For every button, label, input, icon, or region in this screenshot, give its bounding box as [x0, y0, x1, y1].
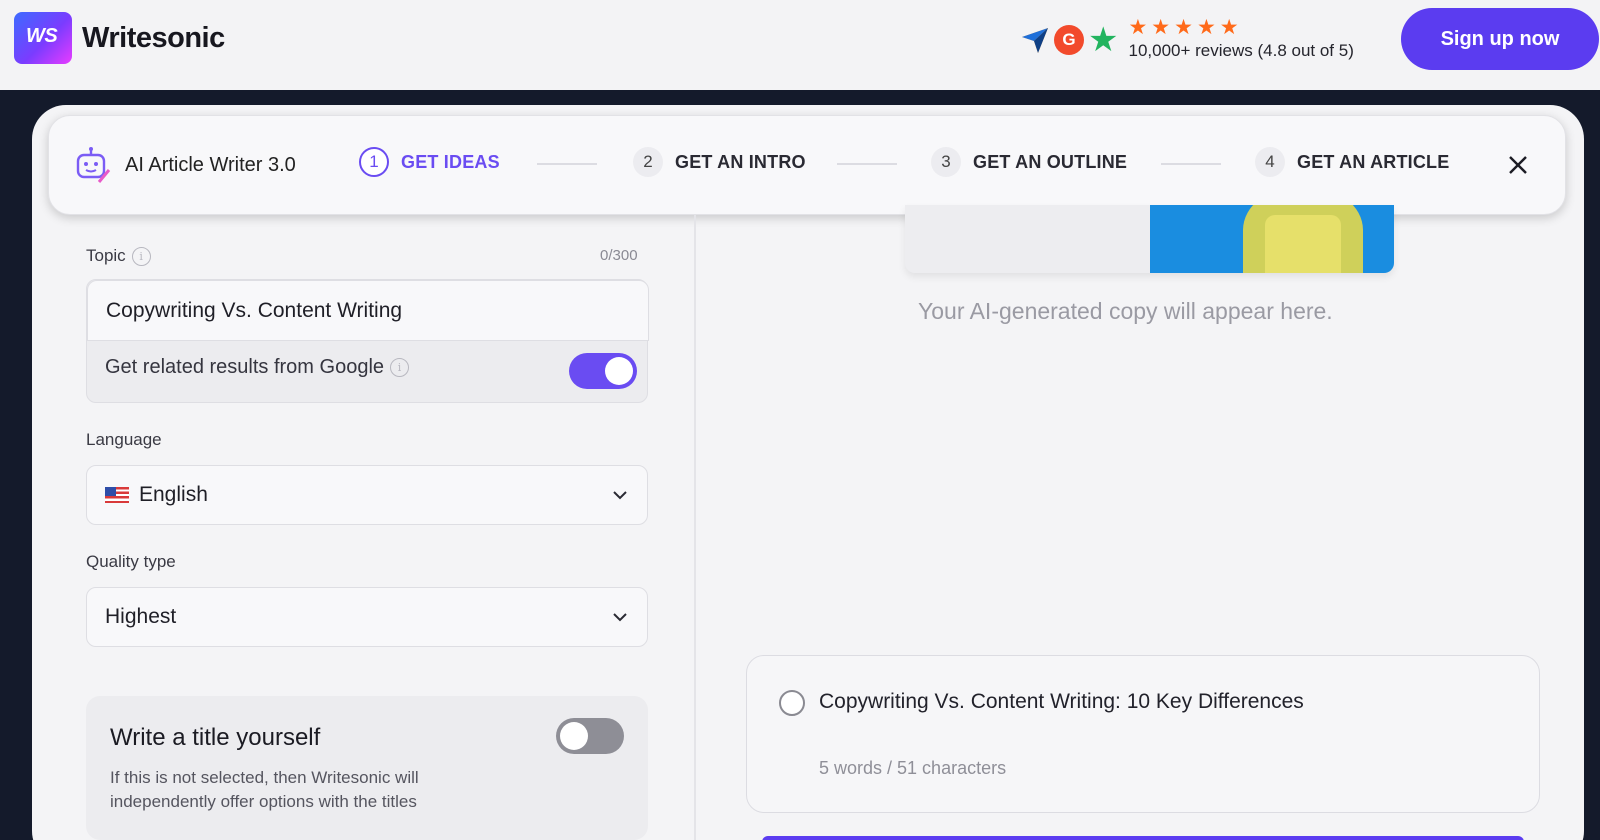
site-header: WS Writesonic G ★ ★★★★★ 10,000+ reviews … — [0, 0, 1600, 90]
result-title: Copywriting Vs. Content Writing: 10 Key … — [819, 690, 1304, 713]
topic-input[interactable] — [87, 280, 649, 341]
result-option-card[interactable]: Copywriting Vs. Content Writing: 10 Key … — [746, 655, 1540, 813]
quality-type-value: Highest — [105, 605, 177, 628]
writesonic-logo[interactable]: WS Writesonic — [14, 12, 225, 64]
write-title-toggle[interactable] — [556, 718, 624, 754]
step-number: 1 — [359, 147, 389, 177]
step-number: 3 — [931, 147, 961, 177]
step-number: 4 — [1255, 147, 1285, 177]
quality-type-select[interactable]: Highest — [86, 587, 648, 647]
preview-illustration — [905, 205, 1394, 273]
write-title-yourself-card: Write a title yourself If this is not se… — [86, 696, 648, 840]
next-result-card-edge — [762, 836, 1524, 840]
google-results-row: Get related results from Google i — [105, 356, 410, 379]
step-get-an-article[interactable]: 4 GET AN ARTICLE — [1255, 147, 1449, 177]
step-label: GET AN INTRO — [675, 151, 806, 172]
us-flag-icon — [105, 487, 129, 503]
google-results-toggle[interactable] — [569, 353, 637, 389]
step-label: GET IDEAS — [401, 151, 500, 172]
language-label: Language — [86, 430, 162, 449]
g2-icon: G — [1054, 24, 1084, 55]
step-connector — [1161, 163, 1221, 165]
rating-stars: ★★★★★ — [1128, 16, 1243, 39]
capterra-icon — [1022, 27, 1048, 53]
tool-title: AI Article Writer 3.0 — [75, 146, 296, 184]
write-title-heading: Write a title yourself — [110, 724, 321, 751]
step-get-an-intro[interactable]: 2 GET AN INTRO — [633, 147, 806, 177]
info-icon[interactable]: i — [390, 358, 410, 377]
toggle-knob — [605, 357, 633, 385]
result-meta: 5 words / 51 characters — [819, 758, 1007, 778]
topic-label-text: Topic — [86, 246, 126, 265]
topic-label: Topic i — [86, 246, 151, 267]
illustration-figure-body — [1265, 215, 1341, 273]
language-value: English — [139, 483, 208, 506]
step-number: 2 — [633, 147, 663, 177]
google-results-label: Get related results from Google — [105, 356, 385, 378]
result-radio[interactable] — [779, 690, 805, 716]
topic-group: Get related results from Google i — [86, 279, 649, 403]
g2-badge-text: G — [1062, 29, 1076, 49]
step-connector — [837, 163, 897, 165]
logo-mark-icon: WS — [14, 12, 72, 64]
write-title-description: If this is not selected, then Writesonic… — [110, 768, 419, 811]
logo-mark-text: WS — [26, 25, 58, 47]
sign-up-button[interactable]: Sign up now — [1401, 8, 1599, 70]
review-platform-icons: G ★ — [1020, 20, 1119, 59]
reviews-text: 10,000+ reviews (4.8 out of 5) — [1128, 41, 1354, 60]
toggle-knob — [560, 722, 588, 750]
logo-text: Writesonic — [82, 21, 225, 54]
robot-icon — [76, 147, 111, 183]
step-get-ideas[interactable]: 1 GET IDEAS — [359, 147, 500, 177]
close-icon[interactable] — [1501, 148, 1535, 182]
output-placeholder: Your AI-generated copy will appear here. — [918, 298, 1333, 324]
chevron-down-icon — [613, 613, 627, 622]
reviews-widget: G ★ ★★★★★ 10,000+ reviews (4.8 out of 5) — [1020, 16, 1354, 61]
step-connector — [537, 163, 597, 165]
language-select[interactable]: English — [86, 465, 648, 525]
info-icon[interactable]: i — [131, 247, 151, 267]
wizard-stepper: AI Article Writer 3.0 1 GET IDEAS 2 GET … — [48, 115, 1566, 215]
column-divider — [694, 215, 696, 840]
topic-char-counter: 0/300 — [600, 247, 638, 264]
quality-type-label: Quality type — [86, 552, 176, 571]
step-get-an-outline[interactable]: 3 GET AN OUTLINE — [931, 147, 1127, 177]
chevron-down-icon — [613, 491, 627, 500]
step-label: GET AN OUTLINE — [973, 151, 1128, 172]
trustpilot-star-icon: ★ — [1088, 20, 1119, 59]
tool-title-text: AI Article Writer 3.0 — [125, 153, 296, 176]
step-label: GET AN ARTICLE — [1297, 151, 1450, 172]
